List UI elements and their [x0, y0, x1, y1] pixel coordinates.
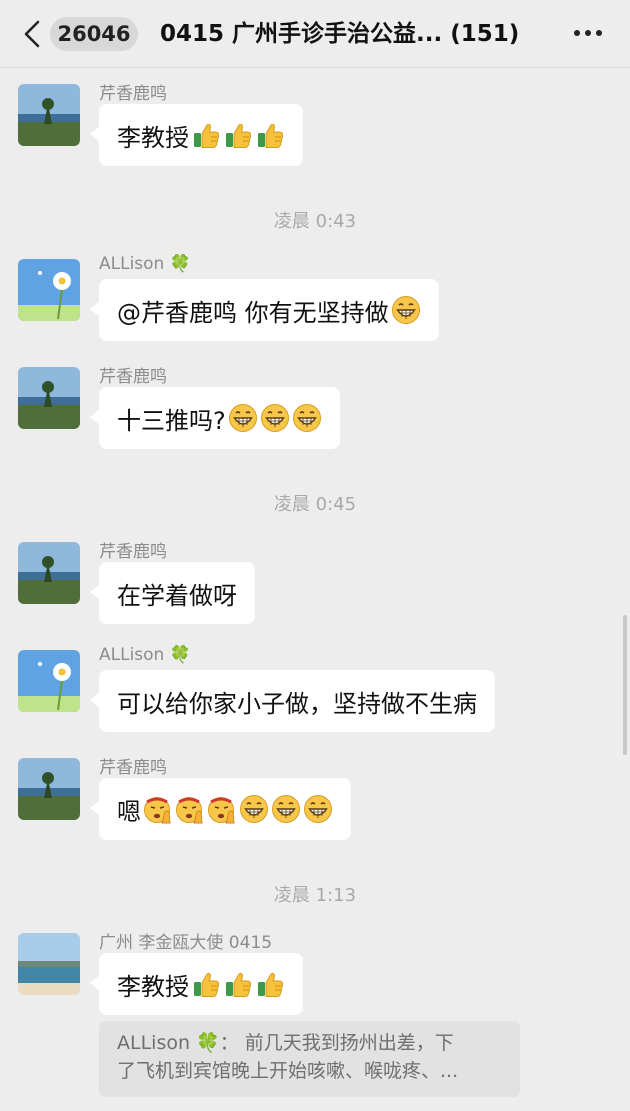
timestamp: 凌晨 1:13 [273, 885, 357, 906]
quote-line: 了飞机到宾馆晚上开始咳嗽、喉咙疼、... [117, 1060, 459, 1082]
sender-name: ALLison 🍀 [99, 645, 191, 665]
salute-emoji-icon [207, 794, 237, 824]
salute-emoji-icon [143, 794, 173, 824]
avatar[interactable] [18, 84, 80, 146]
avatar-coast-image [18, 542, 80, 604]
more-options-icon[interactable] [572, 30, 604, 38]
quoted-reply[interactable]: ALLison 🍀： 前几天我到扬州出差，下 了飞机到宾馆晚上开始咳嗽、喉咙疼、… [99, 1021, 520, 1097]
message-text: 李教授 [117, 972, 189, 1001]
avatar-daisy-image [18, 650, 80, 712]
avatar[interactable] [18, 542, 80, 604]
grin-emoji-icon [239, 794, 269, 824]
message-bubble[interactable]: 可以给你家小子做，坚持做不生病 [90, 670, 495, 732]
sender-name: ALLison 🍀 [99, 254, 191, 274]
timestamp: 凌晨 0:43 [273, 211, 357, 232]
unread-count-badge[interactable]: 26046 [50, 17, 138, 51]
chat-header: 26046 0415 广州手诊手治公益... (151) [0, 0, 630, 68]
avatar[interactable] [18, 933, 80, 995]
message-bubble[interactable]: 在学着做呀 [90, 562, 255, 624]
avatar-beach-image [18, 933, 80, 995]
thumbs-up-icon [255, 969, 285, 999]
quote-line: ALLison 🍀： 前几天我到扬州出差，下 [117, 1032, 454, 1054]
chat-title: 0415 广州手诊手治公益... (151) [160, 21, 520, 47]
avatar[interactable] [18, 367, 80, 429]
avatar[interactable] [18, 758, 80, 820]
grin-emoji-icon [303, 794, 333, 824]
sender-name: 芹香鹿鸣 [99, 542, 167, 562]
timestamp: 凌晨 0:45 [273, 494, 357, 515]
message-text: 李教授 [117, 123, 189, 152]
back-arrow-icon[interactable] [18, 19, 48, 49]
message-bubble[interactable]: 李教授 [90, 953, 303, 1015]
salute-emoji-icon [175, 794, 205, 824]
thumbs-up-icon [255, 120, 285, 150]
scrollbar[interactable] [623, 615, 627, 755]
avatar-coast-image [18, 367, 80, 429]
grin-emoji-icon [391, 295, 421, 325]
message-bubble[interactable]: 李教授 [90, 104, 303, 166]
sender-name: 芹香鹿鸣 [99, 367, 167, 387]
message-text: 嗯 [117, 797, 141, 826]
message-bubble[interactable]: 嗯 [90, 778, 351, 840]
sender-name: 芹香鹿鸣 [99, 758, 167, 778]
grin-emoji-icon [260, 403, 290, 433]
message-text: 可以给你家小子做，坚持做不生病 [117, 689, 477, 718]
grin-emoji-icon [228, 403, 258, 433]
grin-emoji-icon [271, 794, 301, 824]
thumbs-up-icon [223, 969, 253, 999]
message-text: 在学着做呀 [117, 581, 237, 610]
message-text: 十三推吗? [117, 406, 226, 435]
avatar-coast-image [18, 84, 80, 146]
avatar[interactable] [18, 259, 80, 321]
grin-emoji-icon [292, 403, 322, 433]
avatar-daisy-image [18, 259, 80, 321]
sender-name: 广州 李金瓯大使 0415 [99, 933, 273, 953]
thumbs-up-icon [223, 120, 253, 150]
message-text: @芹香鹿鸣 你有无坚持做 [117, 298, 389, 327]
avatar-coast-image [18, 758, 80, 820]
thumbs-up-icon [191, 969, 221, 999]
message-bubble[interactable]: @芹香鹿鸣 你有无坚持做 [90, 279, 439, 341]
message-bubble[interactable]: 十三推吗? [90, 387, 340, 449]
thumbs-up-icon [191, 120, 221, 150]
avatar[interactable] [18, 650, 80, 712]
sender-name: 芹香鹿鸣 [99, 84, 167, 104]
